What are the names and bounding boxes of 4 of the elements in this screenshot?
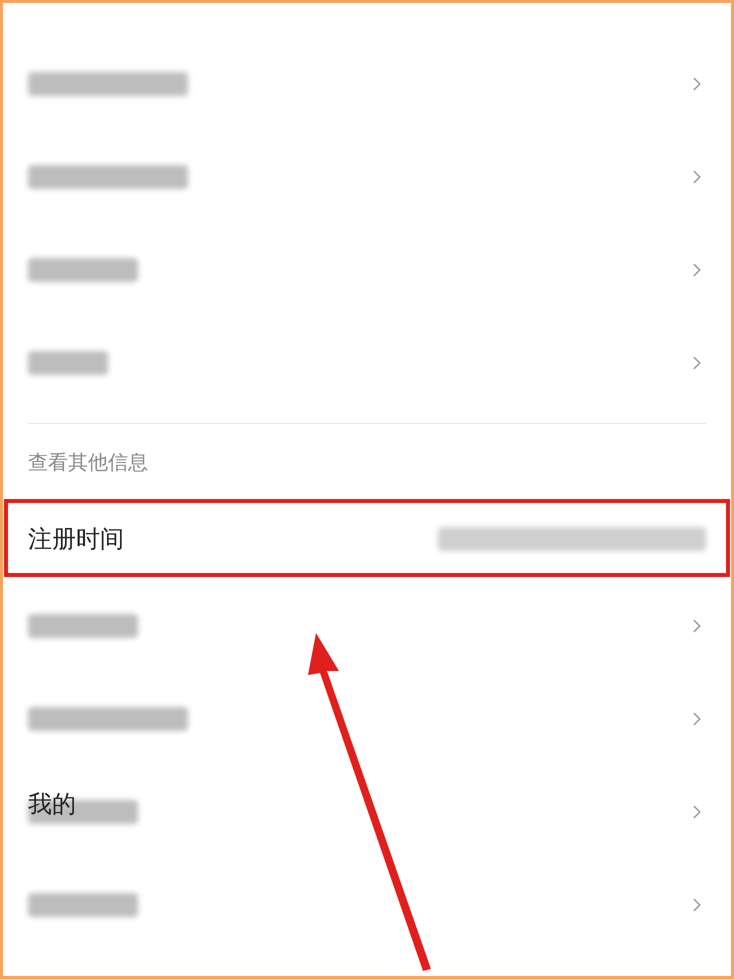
row-label: 我的: [28, 792, 76, 816]
row-label: 注册时间: [28, 524, 124, 555]
list-item[interactable]: 我的: [28, 765, 706, 858]
section-title: 查看其他信息: [28, 448, 148, 476]
